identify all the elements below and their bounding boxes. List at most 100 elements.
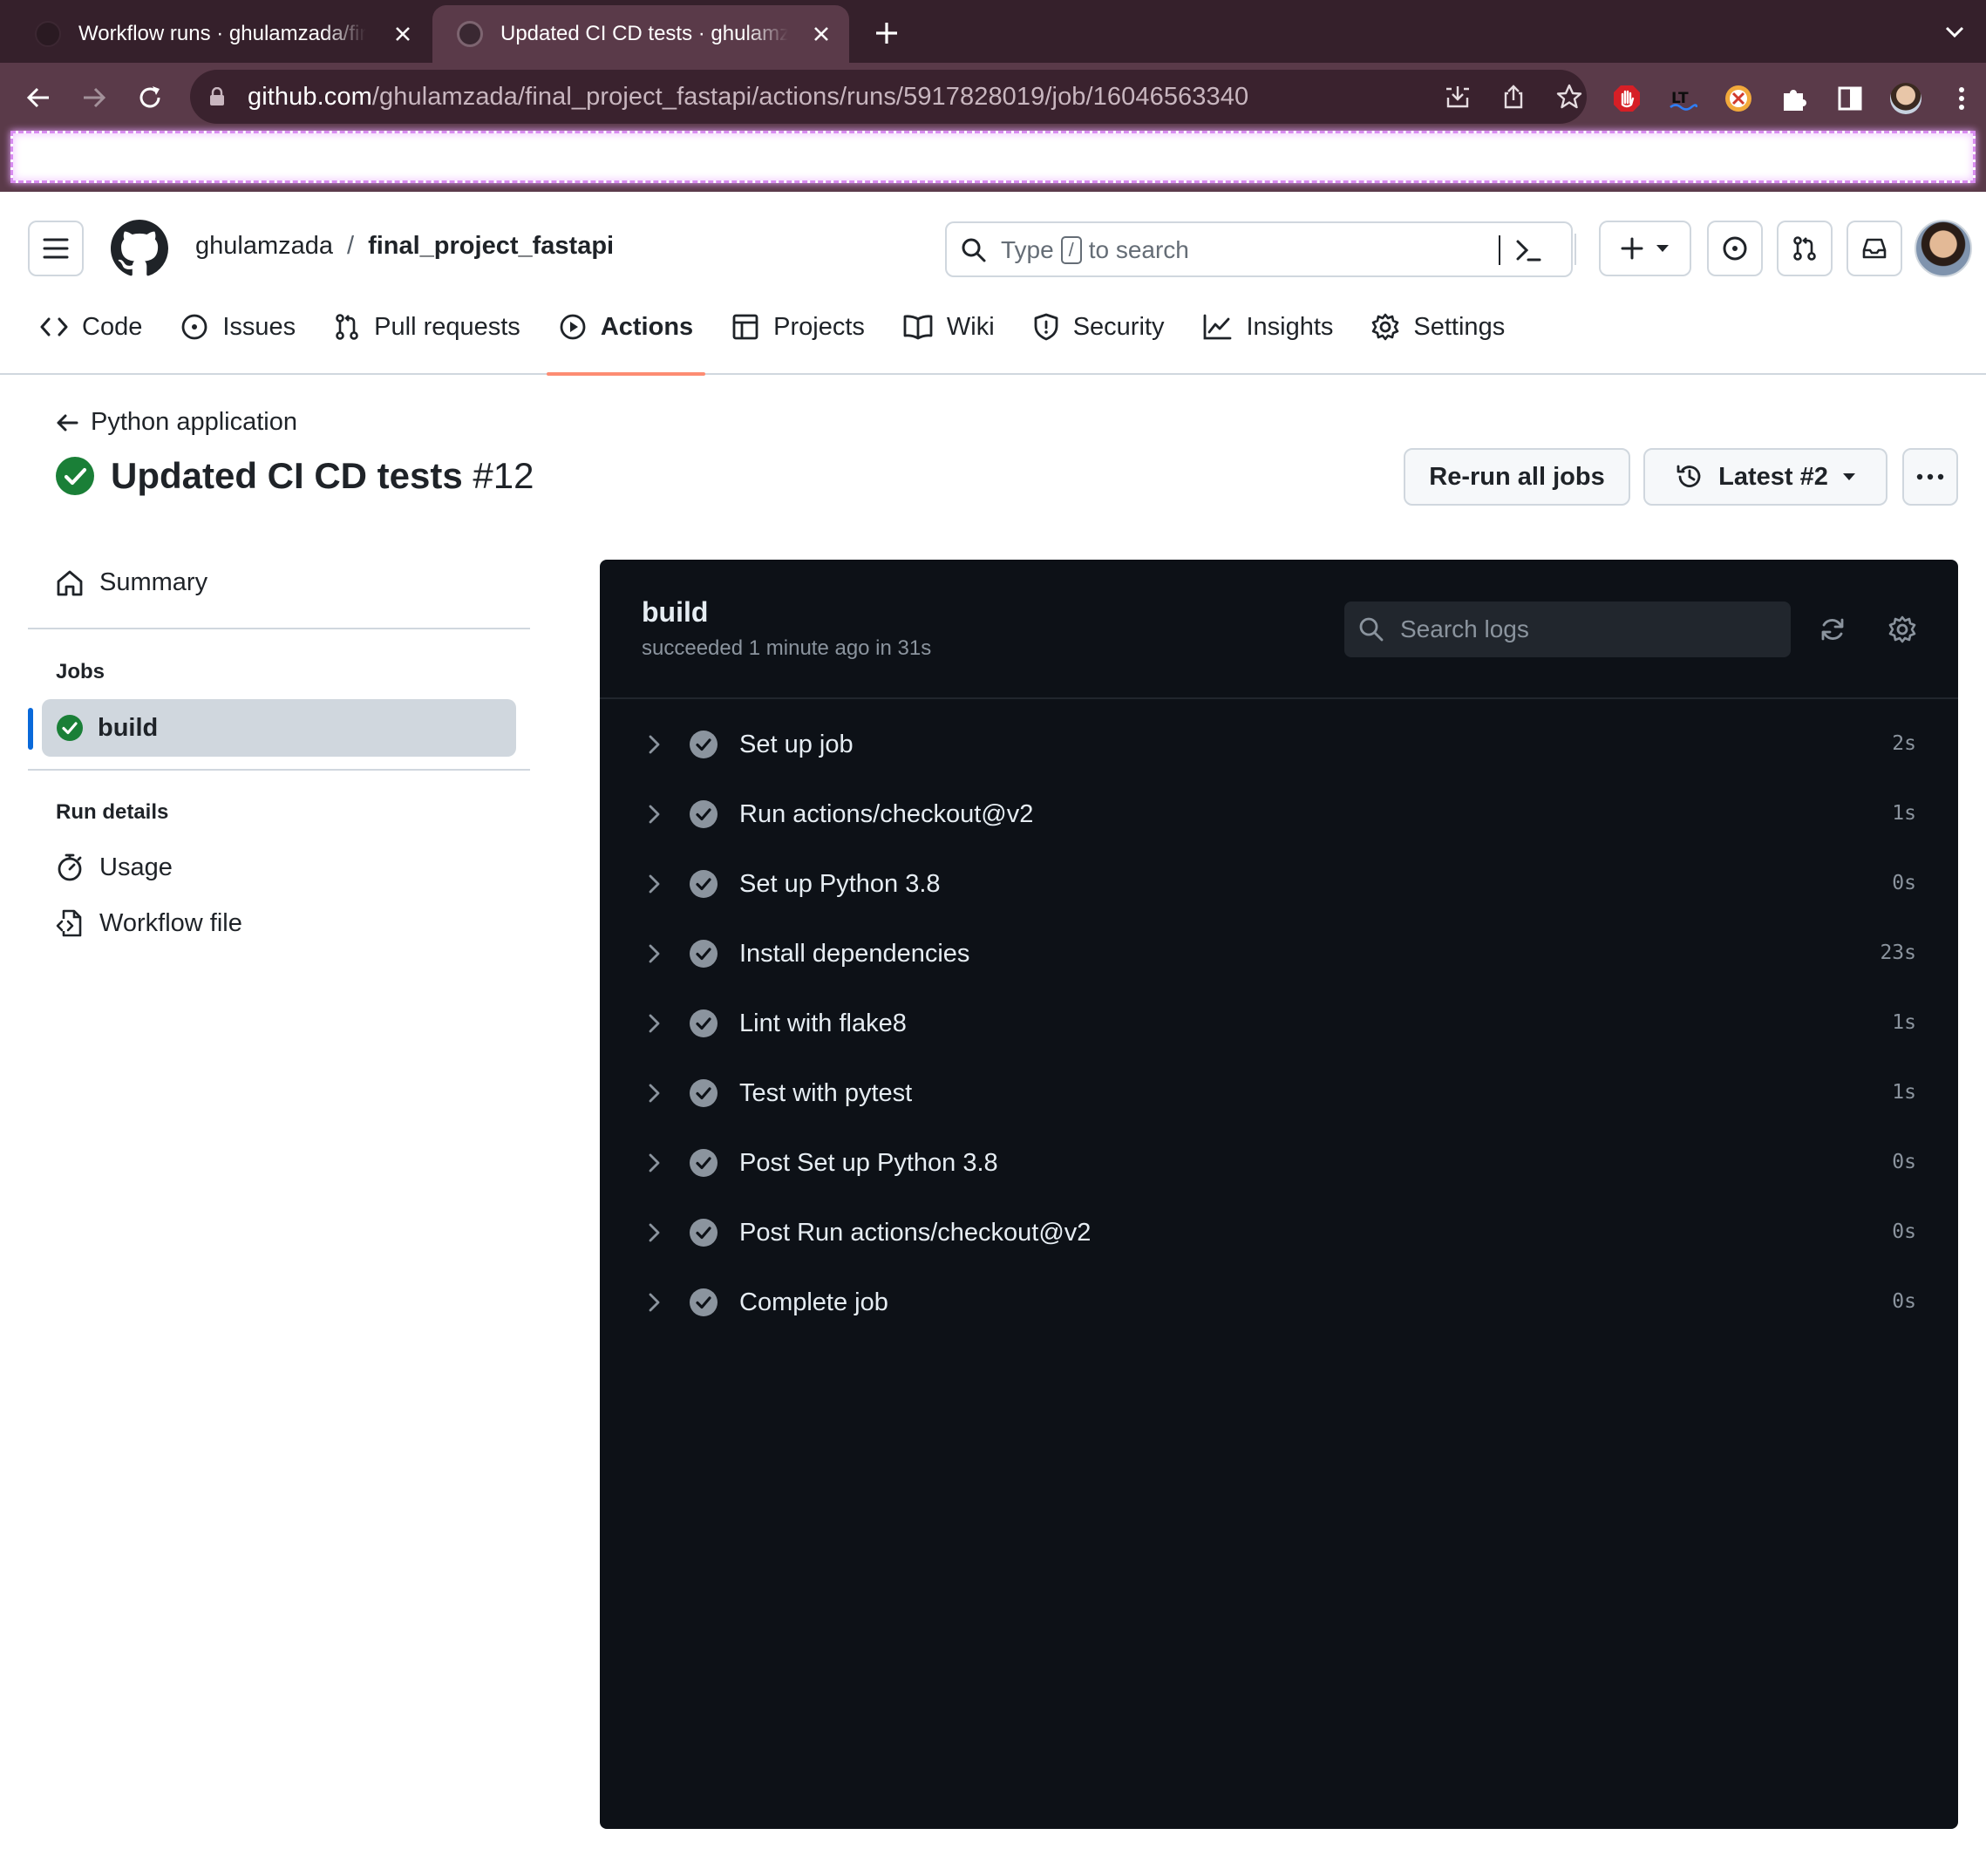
tab-label: Actions <box>600 312 694 341</box>
job-label: build <box>98 713 159 742</box>
tab-pull-requests[interactable]: Pull requests <box>315 279 540 375</box>
tab-label: Projects <box>773 312 865 341</box>
repo-owner-link[interactable]: ghulamzada <box>195 232 333 261</box>
install-app-icon[interactable] <box>1444 83 1472 111</box>
tab-label: Issues <box>222 312 296 341</box>
repo-name-link[interactable]: final_project_fastapi <box>368 232 614 261</box>
search-logs-input[interactable]: Search logs <box>1344 602 1791 657</box>
tab-title: Workflow runs · ghulamzada/final_project… <box>78 22 366 45</box>
share-icon[interactable] <box>1500 83 1527 111</box>
tab-label: Insights <box>1246 312 1334 341</box>
lock-icon[interactable] <box>209 87 225 106</box>
tab-actions[interactable]: Actions <box>540 279 712 376</box>
cookie-icon[interactable] <box>1723 83 1754 114</box>
step-name: Lint with flake8 <box>739 1009 907 1037</box>
gear-icon[interactable] <box>1887 614 1918 645</box>
chevron-right-icon <box>649 1084 660 1103</box>
tab-insights[interactable]: Insights <box>1183 279 1352 375</box>
code-icon <box>40 317 68 336</box>
close-icon[interactable] <box>807 20 835 48</box>
step-row[interactable]: Post Run actions/checkout@v2 0s <box>600 1198 1958 1268</box>
reload-icon[interactable] <box>133 80 167 115</box>
github-header: ghulamzada / final_project_fastapi Type … <box>0 192 1986 376</box>
url-text: github.com/ghulamzada/final_project_fast… <box>248 83 1249 111</box>
hamburger-menu-button[interactable] <box>28 221 84 276</box>
step-row[interactable]: Test with pytest 1s <box>600 1058 1958 1128</box>
header-divider <box>1575 234 1576 265</box>
command-palette-icon[interactable] <box>1513 235 1543 265</box>
back-to-workflow-link[interactable]: Python application <box>56 408 297 437</box>
close-icon[interactable] <box>389 20 417 48</box>
step-name: Install dependencies <box>739 940 970 968</box>
tab-wiki[interactable]: Wiki <box>884 279 1014 375</box>
step-row[interactable]: Lint with flake8 1s <box>600 989 1958 1058</box>
pull-requests-button[interactable] <box>1777 221 1833 276</box>
selected-indicator <box>28 708 33 750</box>
search-placeholder: Type / to search <box>1001 236 1189 264</box>
chevron-right-icon <box>649 1153 660 1172</box>
new-tab-plus-icon[interactable] <box>869 16 904 51</box>
workflow-file-link[interactable]: Workflow file <box>56 908 242 938</box>
step-name: Post Set up Python 3.8 <box>739 1149 998 1177</box>
step-row[interactable]: Install dependencies 23s <box>600 919 1958 989</box>
job-status: succeeded 1 minute ago in 31s <box>642 636 932 660</box>
step-duration: 0s <box>1892 872 1916 894</box>
create-new-button[interactable] <box>1599 221 1691 276</box>
step-row[interactable]: Run actions/checkout@v2 1s <box>600 779 1958 849</box>
user-avatar[interactable] <box>1915 220 1972 277</box>
tab-search-chevron-icon[interactable] <box>1942 19 1967 44</box>
puzzle-icon[interactable] <box>1779 83 1810 114</box>
usage-link[interactable]: Usage <box>56 853 173 882</box>
step-row[interactable]: Post Set up Python 3.8 0s <box>600 1128 1958 1198</box>
log-header: build succeeded 1 minute ago in 31s Sear… <box>600 560 1958 699</box>
step-name: Post Run actions/checkout@v2 <box>739 1219 1092 1247</box>
history-icon <box>1677 465 1701 487</box>
refresh-icon[interactable] <box>1817 614 1848 645</box>
adblock-icon[interactable] <box>1611 83 1643 114</box>
file-code-icon <box>56 909 82 937</box>
tab-projects[interactable]: Projects <box>712 279 884 375</box>
attempt-select-button[interactable]: Latest #2 <box>1643 448 1887 506</box>
translate-icon[interactable]: LT <box>1667 83 1698 114</box>
bookmark-star-icon[interactable] <box>1555 83 1583 111</box>
tab-issues[interactable]: Issues <box>161 279 315 375</box>
step-row[interactable]: Set up Python 3.8 0s <box>600 849 1958 919</box>
check-circle-fill-icon <box>57 715 83 741</box>
issues-button[interactable] <box>1707 221 1763 276</box>
kebab-menu-icon[interactable] <box>1946 83 1977 114</box>
github-logo-icon[interactable] <box>111 220 168 277</box>
profile-avatar-icon[interactable] <box>1890 83 1921 114</box>
job-log-panel: build succeeded 1 minute ago in 31s Sear… <box>600 560 1958 1829</box>
rerun-all-jobs-button[interactable]: Re-run all jobs <box>1404 448 1630 506</box>
step-row[interactable]: Complete job 0s <box>600 1268 1958 1337</box>
search-input[interactable]: Type / to search <box>945 221 1573 277</box>
tab-label: Wiki <box>946 312 995 341</box>
inbox-button[interactable] <box>1847 221 1902 276</box>
check-circle-icon <box>690 1009 718 1037</box>
workflow-name: Python application <box>91 408 297 436</box>
sidepanel-icon[interactable] <box>1834 83 1866 114</box>
browser-tab-workflow-runs[interactable]: Workflow runs · ghulamzada/final_project… <box>0 5 431 63</box>
chevron-right-icon <box>649 944 660 963</box>
address-bar[interactable]: github.com/ghulamzada/final_project_fast… <box>190 70 1587 124</box>
step-row[interactable]: Set up job 2s <box>600 710 1958 779</box>
tab-code[interactable]: Code <box>0 279 161 375</box>
summary-link[interactable]: Summary <box>56 568 207 597</box>
arrow-left-icon <box>57 414 78 431</box>
run-title: Updated CI CD tests #12 <box>55 455 534 497</box>
sidebar-job-build[interactable]: build <box>42 699 516 757</box>
forward-arrow-icon[interactable] <box>77 80 112 115</box>
check-circle-icon <box>690 800 718 828</box>
tab-label: Security <box>1072 312 1165 341</box>
back-arrow-icon[interactable] <box>21 80 56 115</box>
browser-tab-updated-ci-cd[interactable]: Updated CI CD tests · ghulamzada/final_p… <box>432 5 849 63</box>
tab-security[interactable]: Security <box>1014 279 1184 375</box>
chevron-right-icon <box>649 1293 660 1312</box>
check-circle-icon <box>690 1288 718 1316</box>
tab-label: Code <box>82 312 143 341</box>
tab-settings[interactable]: Settings <box>1352 279 1524 375</box>
workflow-file-label: Workflow file <box>99 908 242 937</box>
step-name: Set up Python 3.8 <box>739 870 941 898</box>
step-duration: 1s <box>1892 1081 1916 1104</box>
more-options-button[interactable] <box>1902 448 1958 506</box>
